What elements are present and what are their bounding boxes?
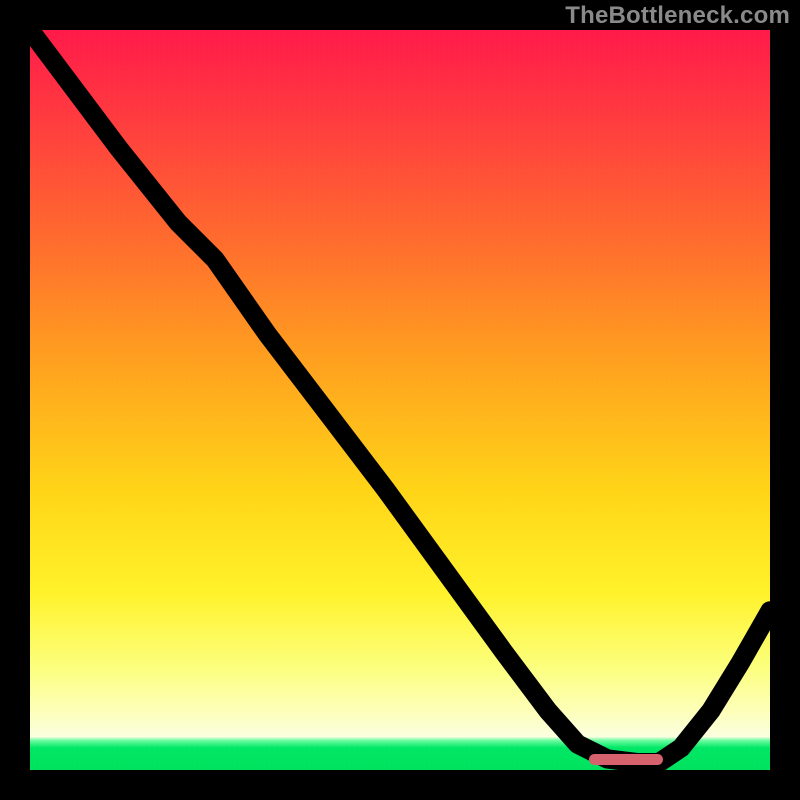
chart-stage: TheBottleneck.com (0, 0, 800, 800)
bottleneck-curve (30, 30, 770, 763)
watermark-text: TheBottleneck.com (565, 2, 790, 30)
curve-layer (30, 30, 770, 770)
optimal-range-marker (589, 754, 663, 765)
plot-area (30, 30, 770, 770)
